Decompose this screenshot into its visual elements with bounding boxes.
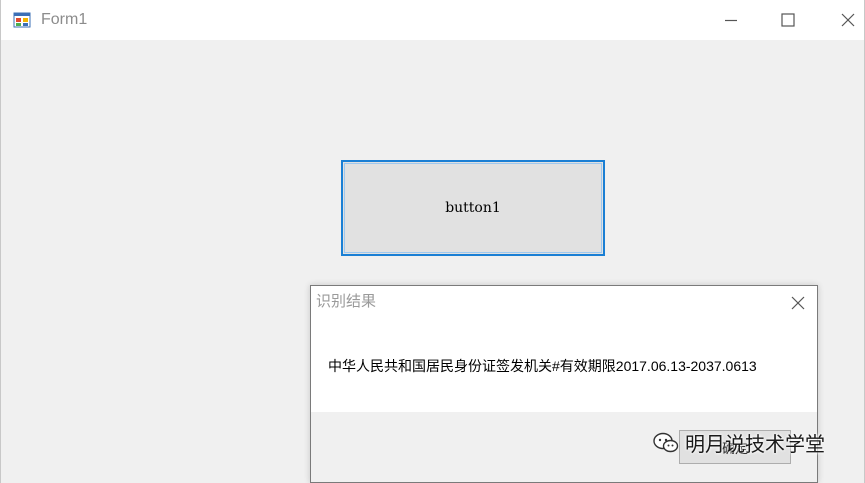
title-bar[interactable]: Form1 xyxy=(1,0,864,40)
message-box-title: 识别结果 xyxy=(316,293,377,310)
watermark: 明月说技术学堂 xyxy=(653,428,825,457)
button1[interactable]: button1 xyxy=(341,160,605,256)
window-title: Form1 xyxy=(41,11,88,28)
watermark-text: 明月说技术学堂 xyxy=(685,434,825,456)
message-box-close-button[interactable] xyxy=(785,290,811,316)
close-icon xyxy=(841,13,855,27)
form-app-icon xyxy=(13,12,31,28)
wechat-icon xyxy=(653,432,679,452)
main-window: Form1 button1 识别结果 中华人民共和国居民身份证签发机关#有效期限… xyxy=(0,0,865,483)
message-box-text: 中华人民共和国居民身份证签发机关#有效期限2017.06.13-2037.061… xyxy=(328,358,757,374)
minimize-icon xyxy=(725,19,737,22)
close-button[interactable] xyxy=(823,0,865,40)
minimize-button[interactable] xyxy=(706,0,756,40)
maximize-icon xyxy=(781,13,795,27)
maximize-button[interactable] xyxy=(763,0,813,40)
close-icon xyxy=(791,296,805,310)
